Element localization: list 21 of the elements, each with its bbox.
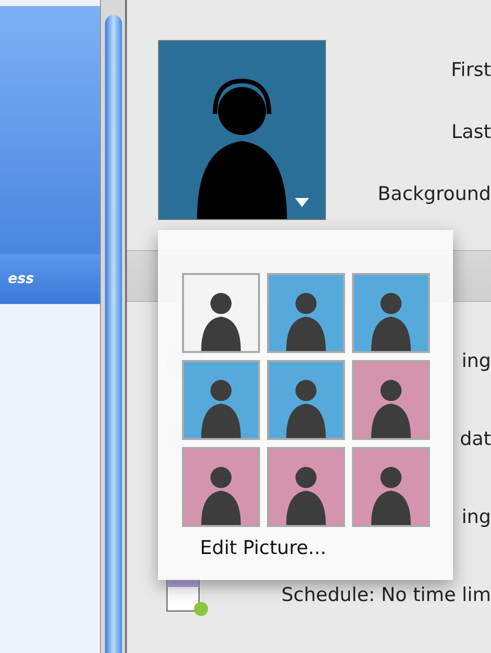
scroll-thumb[interactable]: [104, 15, 122, 653]
picture-option[interactable]: [352, 447, 430, 527]
picture-option[interactable]: [266, 273, 344, 353]
setting-summary: dat: [460, 428, 491, 450]
field-label: Background: [378, 182, 491, 206]
picture-option[interactable]: [182, 273, 260, 353]
picture-option[interactable]: [182, 447, 260, 527]
setting-summary: ing: [462, 350, 491, 372]
picture-option[interactable]: [352, 273, 430, 353]
picture-option[interactable]: [266, 447, 344, 527]
user-picture[interactable]: [158, 40, 326, 220]
picture-option[interactable]: [182, 360, 260, 440]
picture-option[interactable]: [266, 360, 344, 440]
picture-option[interactable]: [352, 360, 430, 440]
setting-summary: Schedule: No time lim: [281, 584, 491, 606]
dropdown-caret-icon: [295, 198, 309, 207]
field-label: First: [451, 58, 491, 82]
sidebar-item[interactable]: ess: [0, 254, 100, 304]
setting-summary: ing: [462, 506, 491, 528]
menu-item[interactable]: Edit Picture...: [200, 537, 326, 559]
field-label: Last: [451, 120, 491, 144]
